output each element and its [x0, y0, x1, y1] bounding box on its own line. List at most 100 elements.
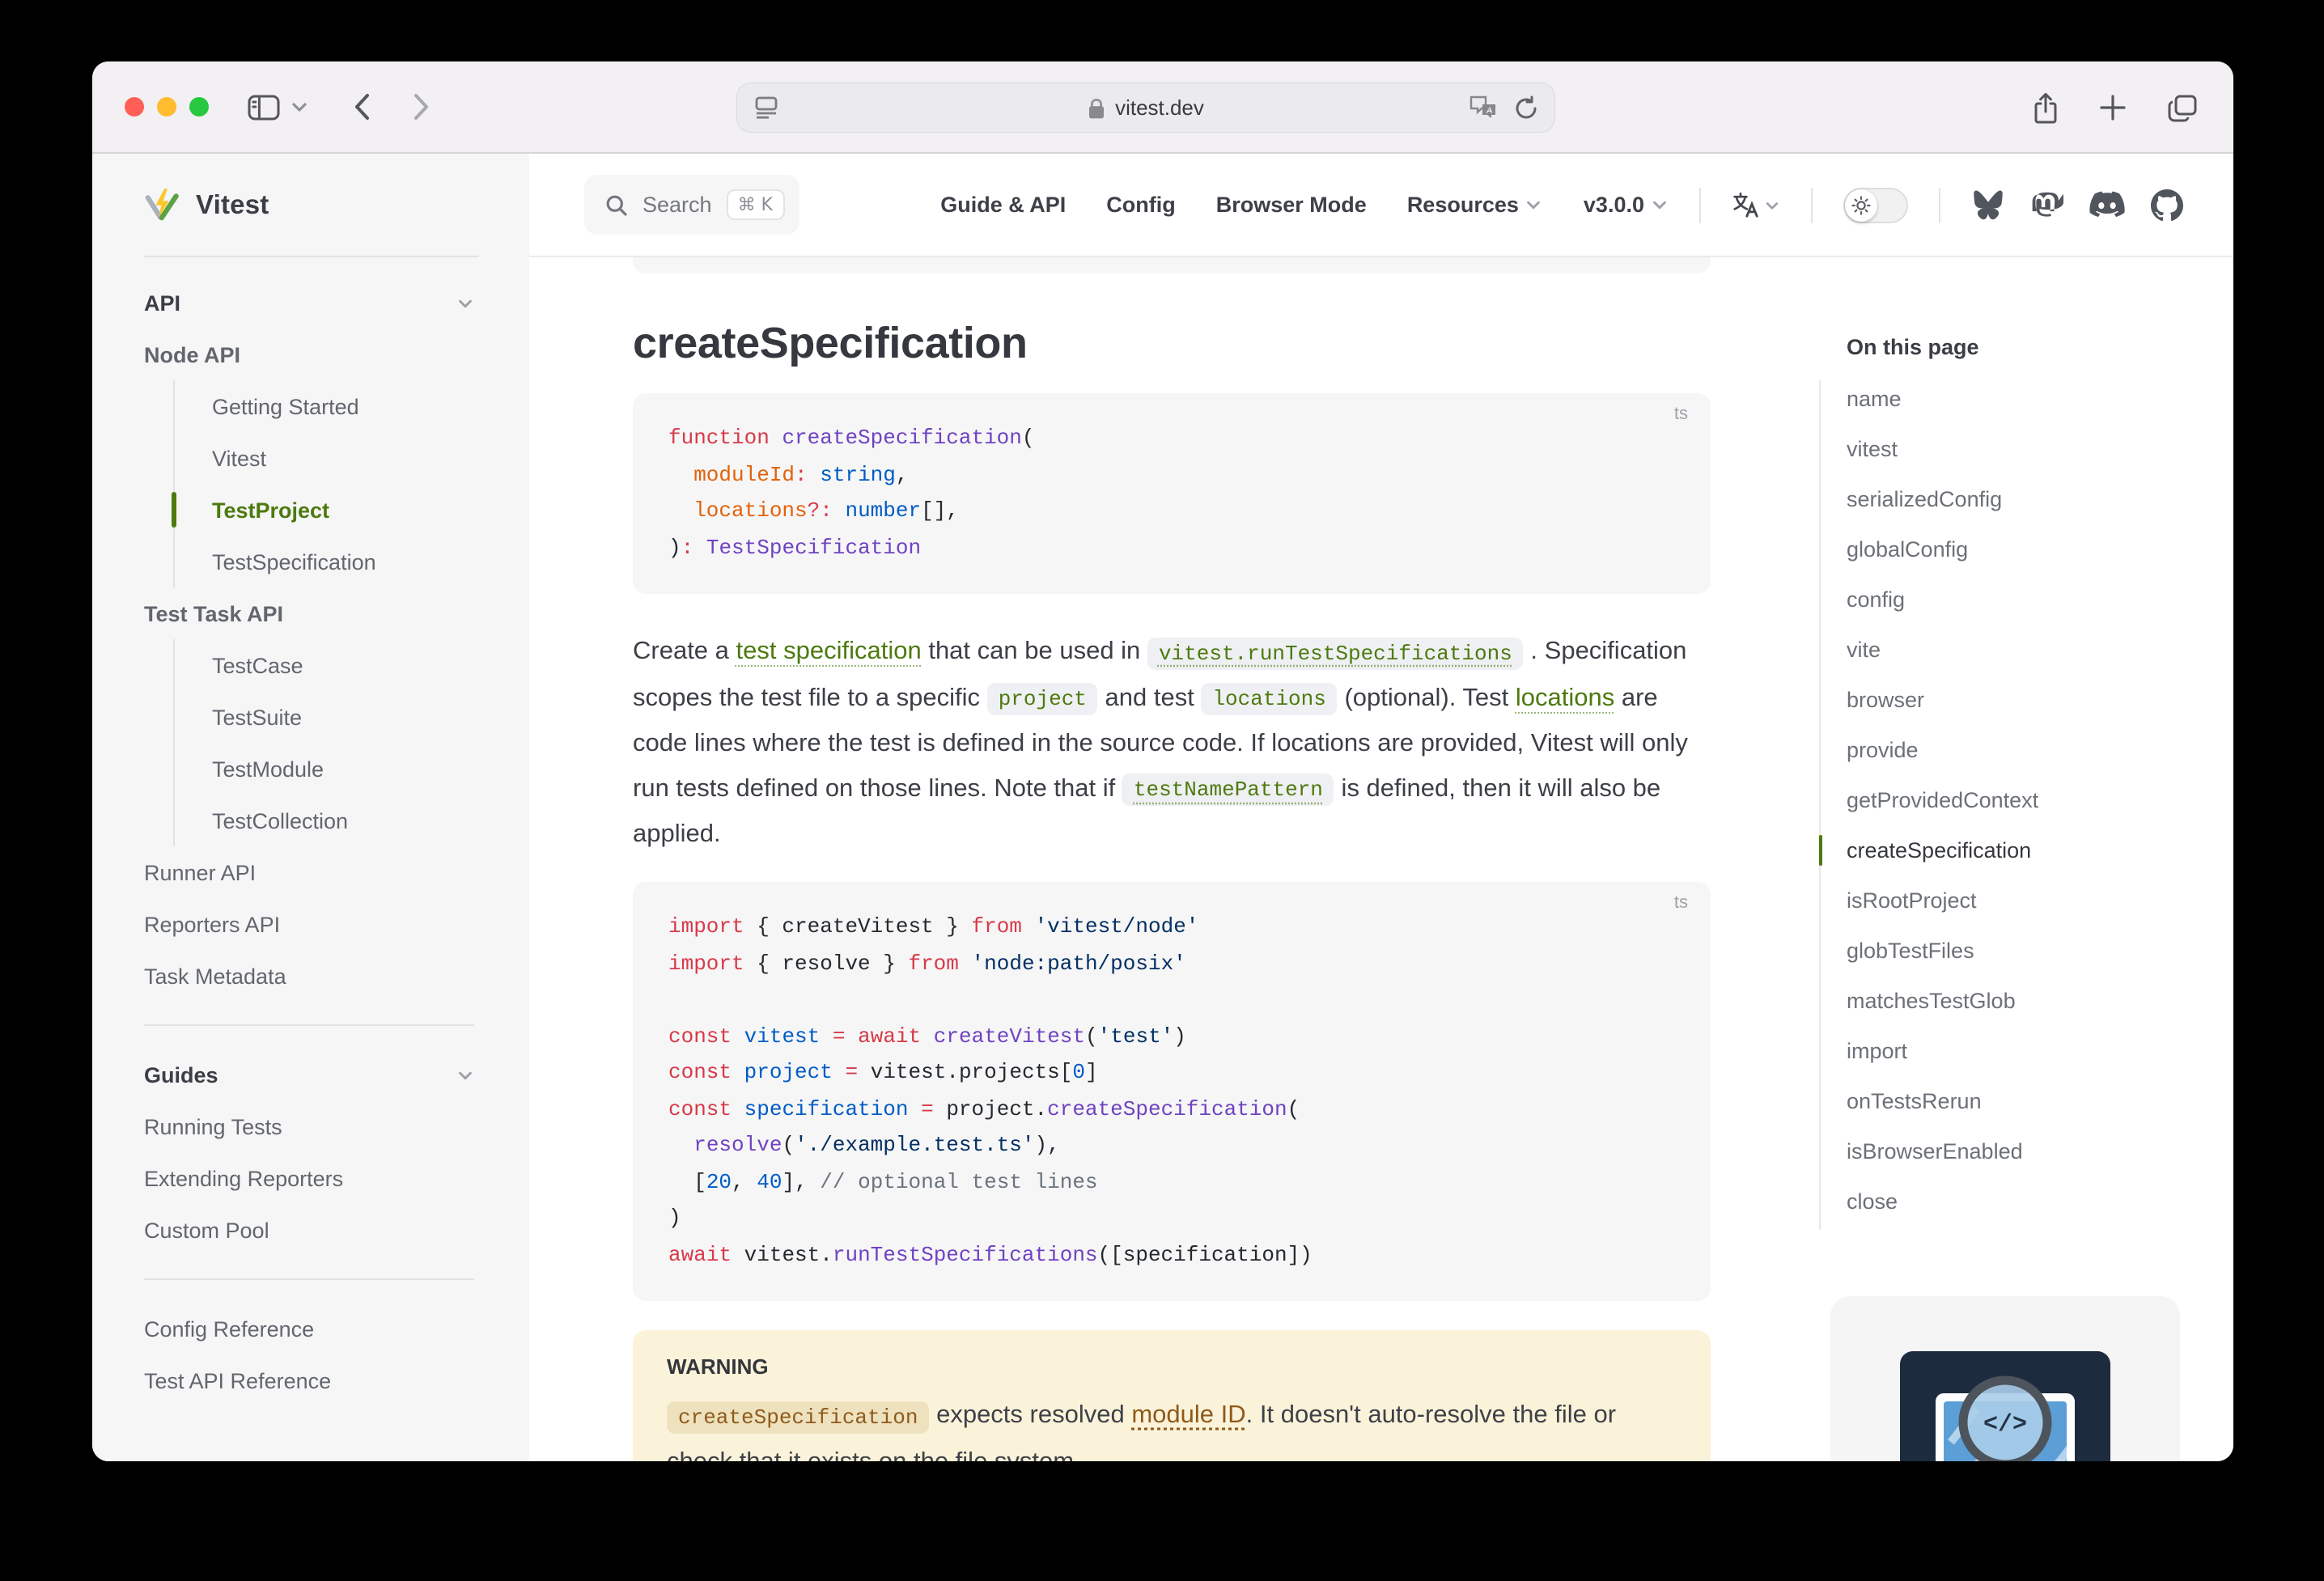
toc-item-getprovidedcontext[interactable]: getProvidedContext — [1847, 775, 2038, 825]
toc-title: On this page — [1847, 335, 1979, 359]
sidebar-item-testmodule[interactable]: TestModule — [173, 743, 474, 795]
forward-button[interactable] — [413, 92, 430, 121]
toc-item-vite[interactable]: vite — [1847, 625, 2038, 675]
chevron-down-icon — [456, 1066, 474, 1083]
inline-code: project — [987, 683, 1098, 715]
text: and test — [1098, 684, 1202, 711]
zoom-window-button[interactable] — [189, 97, 209, 117]
toc-rail — [1819, 380, 1821, 1230]
site-header: Vitest Search ⌘ K Guide & API Config Brows… — [92, 154, 2233, 257]
sidebar-item-testproject[interactable]: TestProject — [173, 484, 474, 536]
sidebar-item-testcollection[interactable]: TestCollection — [173, 795, 474, 846]
code-line: const vitest = await createVitest('test'… — [668, 1019, 1675, 1055]
sidebar-item-reporters-api[interactable]: Reporters API — [144, 898, 474, 950]
safari-window: vitest.dev — [92, 61, 2233, 1461]
bluesky-icon[interactable] — [1971, 189, 2005, 220]
text: that can be used in — [922, 638, 1147, 665]
inline-link[interactable]: test specification — [736, 638, 922, 665]
toc-item-close[interactable]: close — [1847, 1176, 2038, 1227]
code-line: moduleId: string, — [668, 457, 1675, 494]
toc-item-config[interactable]: config — [1847, 574, 2038, 625]
sidebar-item-runner-api[interactable]: Runner API — [144, 846, 474, 898]
vitest-logo-icon — [142, 186, 181, 225]
sidebar-divider — [144, 1278, 474, 1280]
toc-item-isbrowserenabled[interactable]: isBrowserEnabled — [1847, 1126, 2038, 1176]
sidebar-item-getting-started[interactable]: Getting Started — [173, 380, 474, 432]
mastodon-icon[interactable] — [2031, 189, 2063, 221]
nav-item-config[interactable]: Config — [1106, 193, 1176, 217]
toc-item-globtestfiles[interactable]: globTestFiles — [1847, 926, 2038, 976]
toc-item-ontestsrerun[interactable]: onTestsRerun — [1847, 1076, 2038, 1126]
inline-code: createSpecification — [667, 1401, 929, 1433]
inline-link[interactable]: module ID — [1131, 1401, 1245, 1429]
language-menu-button[interactable] — [1732, 191, 1780, 218]
sidebar-item-test-api-reference[interactable]: Test API Reference — [144, 1354, 474, 1406]
screenshot-stage: vitest.dev — [0, 0, 2324, 1581]
share-icon[interactable] — [2033, 91, 2059, 124]
nav-item-browser-mode[interactable]: Browser Mode — [1216, 193, 1367, 217]
divider — [1811, 187, 1813, 223]
chevron-down-icon — [1525, 196, 1543, 214]
code-line: ): TestSpecification — [668, 530, 1675, 566]
back-button[interactable] — [353, 92, 371, 121]
toc-item-import[interactable]: import — [1847, 1026, 2038, 1076]
warning-callout: WARNING createSpecification expects reso… — [633, 1330, 1711, 1461]
close-window-button[interactable] — [125, 97, 144, 117]
nav-item-guide-api[interactable]: Guide & API — [940, 193, 1066, 217]
nav-item-resources[interactable]: Resources — [1407, 193, 1543, 217]
sidebar-item-testsuite[interactable]: TestSuite — [173, 691, 474, 743]
sidebar-item-api[interactable]: API — [144, 277, 474, 328]
inline-link[interactable]: locations — [1516, 684, 1614, 711]
minimize-window-button[interactable] — [157, 97, 176, 117]
code-lang-badge: ts — [1674, 893, 1688, 913]
sidebar-item-vitest[interactable]: Vitest — [173, 432, 474, 484]
toc-item-globalconfig[interactable]: globalConfig — [1847, 524, 2038, 574]
toc-item-createspecification[interactable]: createSpecification — [1847, 825, 2038, 875]
sidebar-item-testspecification[interactable]: TestSpecification — [173, 536, 474, 587]
search-button[interactable]: Search ⌘ K — [584, 175, 799, 235]
sidebar-item-test-task-api[interactable]: Test Task API — [144, 587, 474, 639]
toc-item-vitest[interactable]: vitest — [1847, 424, 2038, 474]
divider — [1939, 187, 1940, 223]
text: Create a — [633, 638, 736, 665]
theme-toggle[interactable] — [1843, 187, 1908, 223]
search-shortcut-badge: ⌘ K — [727, 190, 784, 220]
sponsor-ad-card[interactable]: </> — [1830, 1296, 2180, 1461]
toc-list: namevitestserializedConfigglobalConfigco… — [1847, 374, 2038, 1227]
text: (optional). Test — [1338, 684, 1516, 711]
sidebar-item-task-metadata[interactable]: Task Metadata — [144, 950, 474, 1002]
sidebar-menu-chevron-icon[interactable] — [291, 101, 307, 112]
sidebar-toggle-icon[interactable] — [248, 93, 280, 121]
site-logo[interactable]: Vitest — [92, 154, 529, 257]
sidebar-item-testcase[interactable]: TestCase — [173, 639, 474, 691]
sidebar-item-custom-pool[interactable]: Custom Pool — [144, 1204, 474, 1256]
toc-item-isrootproject[interactable]: isRootProject — [1847, 875, 2038, 926]
translate-icon — [1732, 191, 1759, 218]
sidebar-item-config-reference[interactable]: Config Reference — [144, 1303, 474, 1354]
toc-item-matchestestglob[interactable]: matchesTestGlob — [1847, 976, 2038, 1026]
sidebar-item-node-api[interactable]: Node API — [144, 328, 474, 380]
chevron-down-icon — [1651, 196, 1669, 214]
tab-overview-icon[interactable] — [2167, 93, 2198, 122]
inline-code-link[interactable]: vitest.runTestSpecifications — [1147, 637, 1524, 669]
new-tab-icon[interactable] — [2099, 94, 2127, 121]
toc-item-name[interactable]: name — [1847, 374, 2038, 424]
toc-item-browser[interactable]: browser — [1847, 675, 2038, 725]
nav-item-v3-0-0[interactable]: v3.0.0 — [1584, 193, 1669, 217]
svg-text:</>: </> — [1983, 1411, 2027, 1439]
magnifier-code-icon: </> — [1945, 1361, 2062, 1461]
address-bar[interactable]: vitest.dev — [736, 83, 1555, 133]
sidebar-item-guides[interactable]: Guides — [144, 1049, 474, 1100]
sidebar-item-running-tests[interactable]: Running Tests — [144, 1100, 474, 1152]
site-title: Vitest — [196, 190, 269, 221]
inline-code-link[interactable]: testNamePattern — [1122, 774, 1334, 806]
discord-icon[interactable] — [2089, 191, 2125, 218]
toc-item-serializedconfig[interactable]: serializedConfig — [1847, 474, 2038, 524]
sidebar-item-extending-reporters[interactable]: Extending Reporters — [144, 1152, 474, 1204]
doc-content: createSpecification ts function createSp… — [633, 257, 1711, 1461]
code-line — [668, 982, 1675, 1019]
social-links — [1971, 189, 2183, 221]
toc-item-provide[interactable]: provide — [1847, 725, 2038, 775]
github-icon[interactable] — [2151, 189, 2183, 221]
code-line: function createSpecification( — [668, 421, 1675, 457]
